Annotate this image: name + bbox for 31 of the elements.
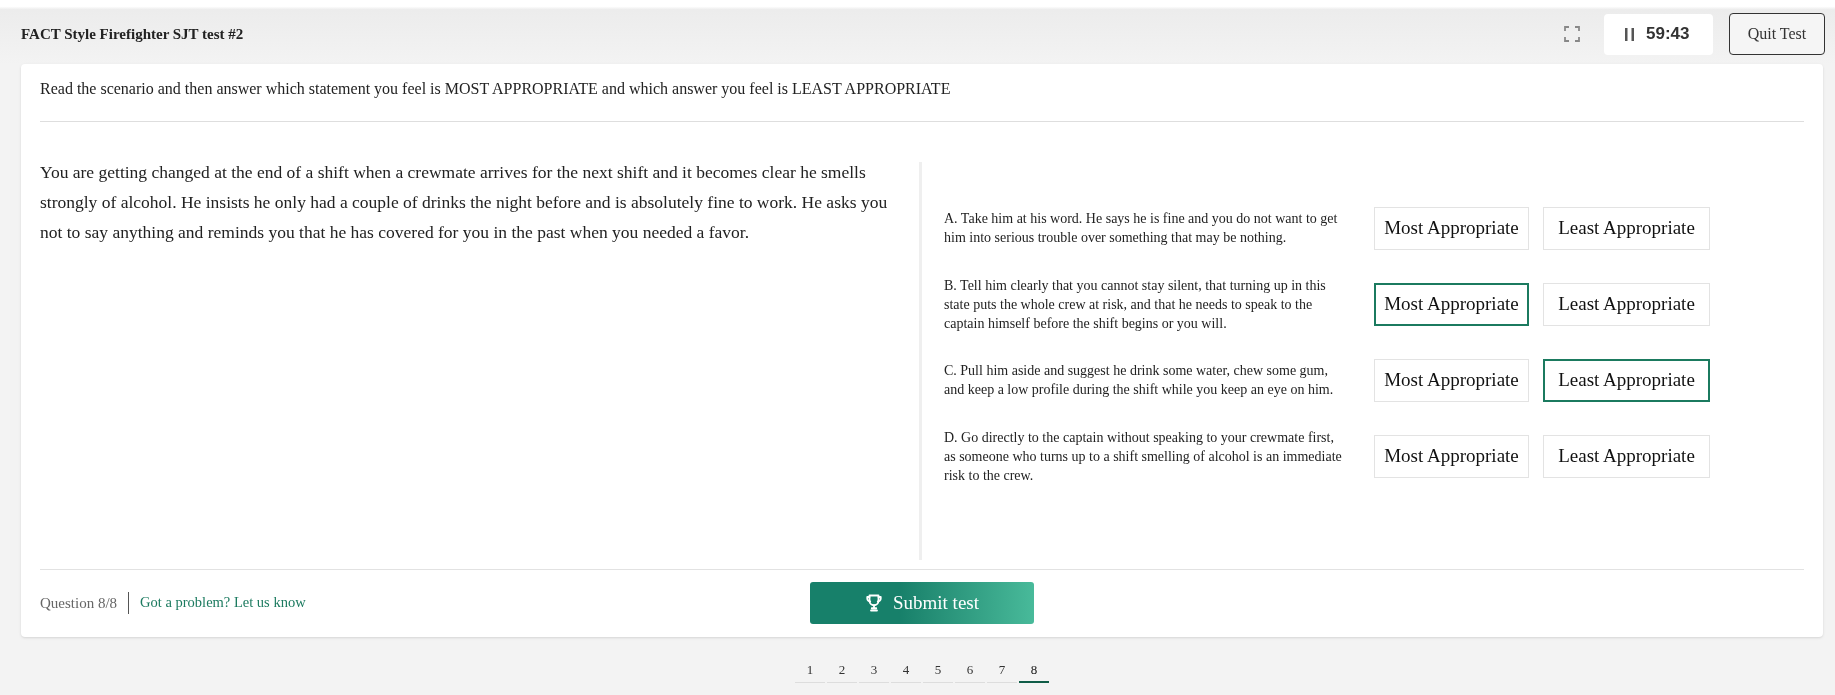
option-text: C. Pull him aside and suggest he drink some water, chew some gum, and keep a low profile during the shift while you keep an eye on him. [944,362,1335,399]
choice-button[interactable]: Most Appropriate [1374,206,1529,250]
pause-icon[interactable] [1625,27,1634,41]
question-counter: Question 8/8 [40,593,118,613]
page-number[interactable]: 1 [795,658,825,683]
scenario-text: You are getting changed at the end of a shift when a crewmate arrives for the next shift and it becomes clear he smells strongly of alcohol. He insists he only had a couple of drinks the night before and is absolutely fine to work. He asks you not to say anything and reminds you that he has covered for you in the past when you needed a favor. [40,161,889,244]
fullscreen-icon[interactable] [1564,26,1580,42]
trophy-icon [864,594,883,612]
quit-test-button[interactable]: Quit Test [1729,13,1825,55]
page-number[interactable]: 8 [1019,658,1049,683]
choice-button[interactable]: Most Appropriate [1374,358,1529,402]
submit-test-button[interactable]: Submit test [810,582,1034,624]
page-number[interactable]: 4 [891,658,921,683]
instructions-text: Read the scenario and then answer which statement you feel is MOST APPROPRIATE and which answer you feel is LEAST APPROPRIATE [40,79,952,99]
page-number[interactable]: 2 [827,658,857,683]
option-text: A. Take him at his word. He says he is fine and you do not want to get him into serious trouble over something that may be nothing. [944,210,1339,247]
choice-button[interactable]: Least Appropriate [1543,282,1710,326]
option-text: D. Go directly to the captain without speaking to your crewmate first, as someone who turns up to a shift smelling of alcohol is an immediate risk to the crew. [944,428,1343,485]
test-title: FACT Style Firefighter SJT test #2 [21,24,244,44]
timer-text: 59:43 [1646,23,1690,46]
choice-button[interactable]: Least Appropriate [1543,358,1710,402]
choice-button[interactable]: Most Appropriate [1374,282,1529,326]
choice-button[interactable]: Most Appropriate [1374,434,1529,478]
page-number[interactable]: 6 [955,658,985,683]
choice-button[interactable]: Least Appropriate [1543,206,1710,250]
report-problem-link[interactable]: Got a problem? Let us know [140,592,306,614]
page-number[interactable]: 7 [987,658,1017,683]
page-number[interactable]: 5 [923,658,953,683]
option-text: B. Tell him clearly that you cannot stay silent, that turning up in this state puts the whole crew at risk, and that he needs to speak to the captain himself before the shift begins or you will. [944,276,1327,333]
page-number[interactable]: 3 [859,658,889,683]
choice-button[interactable]: Least Appropriate [1543,434,1710,478]
